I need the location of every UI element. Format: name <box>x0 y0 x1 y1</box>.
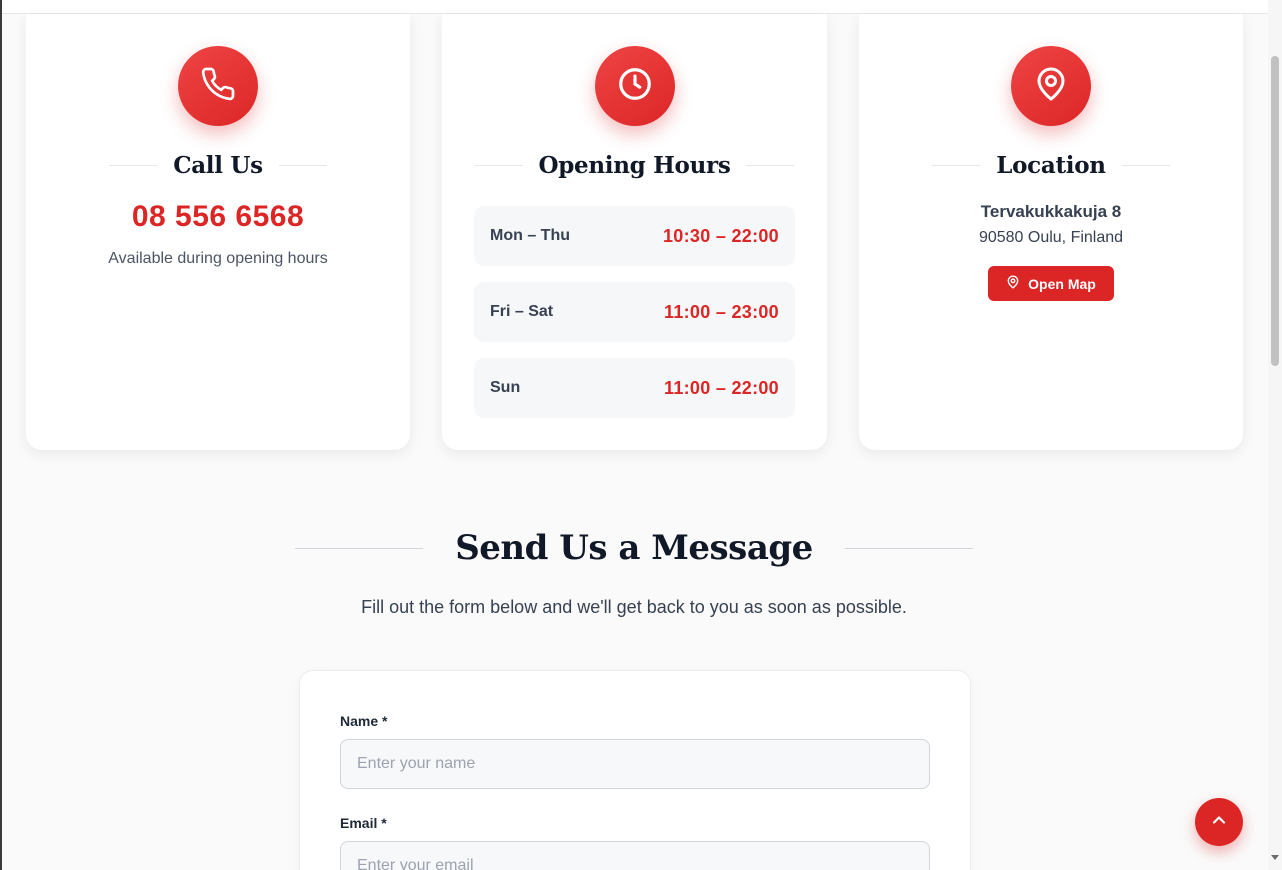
location-title-row: Location <box>859 152 1243 179</box>
hours-day: Mon – Thu <box>490 227 570 244</box>
name-label: Name * <box>340 713 388 729</box>
hours-row: Fri – Sat 11:00 – 23:00 <box>474 282 795 342</box>
title-divider <box>278 165 327 166</box>
header-strip <box>2 0 1268 14</box>
clock-icon <box>616 65 654 108</box>
hours-row: Sun 11:00 – 22:00 <box>474 358 795 418</box>
hours-day: Fri – Sat <box>490 303 554 320</box>
name-input[interactable] <box>340 739 930 789</box>
map-pin-icon <box>1006 275 1020 292</box>
location-title: Location <box>996 152 1106 179</box>
email-input[interactable] <box>340 841 930 870</box>
opening-hours-title: Opening Hours <box>538 152 731 179</box>
phone-availability-note: Available during opening hours <box>108 250 328 267</box>
section-divider <box>295 547 424 549</box>
hours-time: 11:00 – 23:00 <box>664 301 779 322</box>
opening-hours-title-row: Opening Hours <box>442 152 827 179</box>
hours-time: 10:30 – 22:00 <box>663 225 779 246</box>
address-city: 90580 Oulu, Finland <box>978 229 1124 246</box>
map-pin-icon <box>1033 66 1069 107</box>
title-divider <box>474 165 523 166</box>
location-card: Location Tervakukkakuja 8 90580 Oulu, Fi… <box>859 14 1243 450</box>
title-divider <box>1121 165 1170 166</box>
open-map-label: Open Map <box>1028 275 1096 292</box>
phone-icon <box>200 66 236 107</box>
section-divider <box>844 547 973 549</box>
window-left-edge <box>0 0 2 870</box>
phone-icon-circle <box>178 46 258 126</box>
clock-icon-circle <box>594 46 675 126</box>
message-section-title: Send Us a Message <box>455 528 813 568</box>
chevron-up-icon <box>1209 810 1229 835</box>
scroll-down-arrow-icon[interactable] <box>1271 855 1279 860</box>
open-map-button[interactable]: Open Map <box>988 266 1114 301</box>
call-us-card: Call Us 08 556 6568 Available during ope… <box>26 14 410 450</box>
title-divider <box>932 165 981 166</box>
address-street: Tervakukkakuja 8 <box>980 202 1122 221</box>
map-pin-icon-circle <box>1011 46 1091 126</box>
message-section-title-row: Send Us a Message <box>0 528 1268 568</box>
title-divider <box>109 165 158 166</box>
title-divider <box>746 165 795 166</box>
hours-time: 11:00 – 22:00 <box>664 377 779 398</box>
opening-hours-card: Opening Hours Mon – Thu 10:30 – 22:00 Fr… <box>442 14 827 450</box>
contact-form: Name * Email * <box>299 670 971 870</box>
message-section-subtitle: Fill out the form below and we'll get ba… <box>361 597 907 617</box>
back-to-top-button[interactable] <box>1195 798 1243 846</box>
phone-number-link[interactable]: 08 556 6568 <box>26 200 410 234</box>
call-us-title: Call Us <box>173 152 263 179</box>
scrollbar-thumb[interactable] <box>1271 56 1279 366</box>
hours-row: Mon – Thu 10:30 – 22:00 <box>474 206 795 266</box>
call-us-title-row: Call Us <box>26 152 410 179</box>
hours-day: Sun <box>490 379 521 396</box>
email-label: Email * <box>340 815 387 831</box>
